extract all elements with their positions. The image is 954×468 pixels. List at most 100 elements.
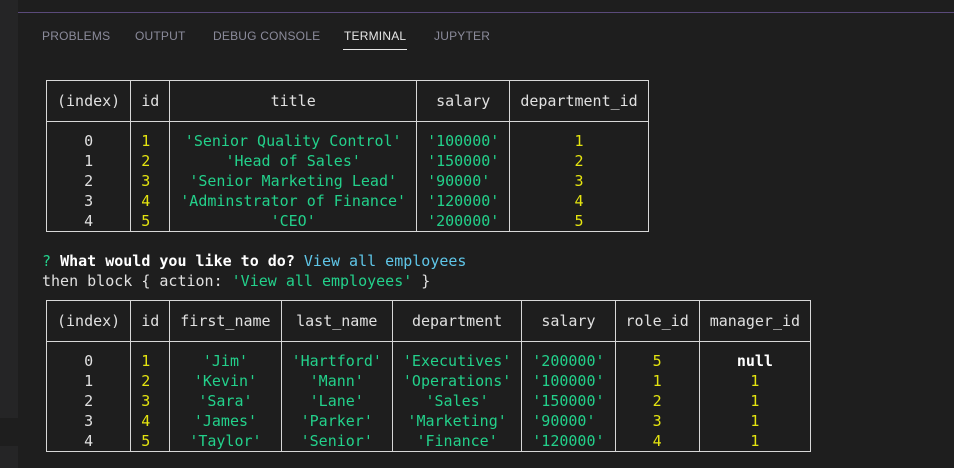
table-row: 2 3 'Sara' 'Lane' 'Sales' '150000' 2 1	[45, 391, 812, 411]
department-id-cell: 5	[509, 211, 649, 232]
index-cell: 2	[45, 391, 132, 411]
id-cell: 3	[130, 391, 171, 411]
role-id-cell: 5	[614, 351, 700, 371]
department-cell: 'Sales'	[391, 391, 523, 411]
table-row: 2 3 'Senior Marketing Lead' '90000' 3	[45, 171, 649, 191]
department-cell: 'Marketing'	[391, 411, 523, 431]
id-cell: 1	[130, 131, 171, 151]
manager-id-cell: 1	[698, 391, 812, 411]
log-suffix: }	[412, 272, 431, 290]
prompt-line: ? What would you like to do? View all em…	[42, 251, 466, 271]
department-cell: 'Operations'	[391, 371, 523, 391]
title-cell: 'Head of Sales'	[169, 151, 418, 171]
prompt-answer: View all employees	[303, 252, 467, 270]
first-name-cell: 'Sara'	[169, 391, 282, 411]
column-header: role_id	[614, 300, 700, 342]
column-header: (index)	[45, 300, 132, 342]
column-header: first_name	[169, 300, 282, 342]
department-cell: 'Finance'	[391, 431, 523, 452]
column-header: last_name	[280, 300, 393, 342]
log-value: 'View all employees'	[231, 272, 413, 290]
table-header-row: (index) id first_name last_name departme…	[45, 300, 812, 342]
salary-cell: '100000'	[521, 371, 616, 391]
id-cell: 5	[130, 211, 171, 232]
salary-cell: '100000'	[416, 131, 511, 151]
terminal-output[interactable]: (index) id title salary department_id 0 …	[0, 0, 954, 468]
table-row: 4 5 'CEO' '200000' 5	[45, 211, 649, 232]
table-row: 4 5 'Taylor' 'Senior' 'Finance' '120000'…	[45, 431, 812, 452]
log-prefix: then block { action:	[42, 272, 232, 290]
log-line: then block { action: 'View all employees…	[42, 271, 430, 291]
employees-table: (index) id first_name last_name departme…	[45, 300, 812, 452]
table-row: 0 1 'Jim' 'Hartford' 'Executives' '20000…	[45, 351, 812, 371]
department-id-cell: 3	[509, 171, 649, 191]
index-cell: 1	[45, 371, 132, 391]
index-cell: 0	[45, 351, 132, 371]
index-cell: 3	[45, 411, 132, 431]
manager-id-cell: null	[698, 351, 812, 371]
index-cell: 0	[45, 131, 132, 151]
id-cell: 2	[130, 151, 171, 171]
column-header: salary	[416, 80, 511, 122]
table-row: 3 4 'Adminstrator of Finance' '120000' 4	[45, 191, 649, 211]
last-name-cell: 'Senior'	[280, 431, 393, 452]
salary-cell: '200000'	[521, 351, 616, 371]
column-header: (index)	[45, 80, 132, 122]
role-id-cell: 4	[614, 431, 700, 452]
table-row: 0 1 'Senior Quality Control' '100000' 1	[45, 131, 649, 151]
last-name-cell: 'Lane'	[280, 391, 393, 411]
roles-table: (index) id title salary department_id 0 …	[45, 80, 649, 232]
table-row: 1 2 'Head of Sales' '150000' 2	[45, 151, 649, 171]
first-name-cell: 'Jim'	[169, 351, 282, 371]
role-id-cell: 3	[614, 411, 700, 431]
index-cell: 4	[45, 431, 132, 452]
table-header-row: (index) id title salary department_id	[45, 80, 649, 122]
column-header: department_id	[509, 80, 649, 122]
index-cell: 2	[45, 171, 132, 191]
last-name-cell: 'Hartford'	[280, 351, 393, 371]
role-id-cell: 1	[614, 371, 700, 391]
id-cell: 5	[130, 431, 171, 452]
department-cell: 'Executives'	[391, 351, 523, 371]
index-cell: 3	[45, 191, 132, 211]
index-cell: 4	[45, 211, 132, 232]
salary-cell: '120000'	[416, 191, 511, 211]
manager-id-cell: 1	[698, 431, 812, 452]
prompt-marker: ?	[42, 252, 52, 270]
last-name-cell: 'Parker'	[280, 411, 393, 431]
id-cell: 4	[130, 411, 171, 431]
department-id-cell: 2	[509, 151, 649, 171]
salary-cell: '90000'	[416, 171, 511, 191]
title-cell: 'Adminstrator of Finance'	[169, 191, 418, 211]
first-name-cell: 'Taylor'	[169, 431, 282, 452]
salary-cell: '150000'	[416, 151, 511, 171]
salary-cell: '200000'	[416, 211, 511, 232]
id-cell: 2	[130, 371, 171, 391]
column-header: id	[130, 300, 171, 342]
title-cell: 'Senior Marketing Lead'	[169, 171, 418, 191]
column-header: salary	[521, 300, 616, 342]
title-cell: 'Senior Quality Control'	[169, 131, 418, 151]
salary-cell: '120000'	[521, 431, 616, 452]
column-header: title	[169, 80, 418, 122]
manager-id-cell: 1	[698, 371, 812, 391]
table-row: 1 2 'Kevin' 'Mann' 'Operations' '100000'…	[45, 371, 812, 391]
role-id-cell: 2	[614, 391, 700, 411]
department-id-cell: 1	[509, 131, 649, 151]
column-header: manager_id	[698, 300, 812, 342]
id-cell: 4	[130, 191, 171, 211]
last-name-cell: 'Mann'	[280, 371, 393, 391]
first-name-cell: 'James'	[169, 411, 282, 431]
table-row: 3 4 'James' 'Parker' 'Marketing' '90000'…	[45, 411, 812, 431]
title-cell: 'CEO'	[169, 211, 418, 232]
department-id-cell: 4	[509, 191, 649, 211]
prompt-question: What would you like to do?	[60, 252, 295, 270]
id-cell: 1	[130, 351, 171, 371]
manager-id-cell: 1	[698, 411, 812, 431]
salary-cell: '150000'	[521, 391, 616, 411]
salary-cell: '90000'	[521, 411, 616, 431]
id-cell: 3	[130, 171, 171, 191]
column-header: department	[391, 300, 523, 342]
first-name-cell: 'Kevin'	[169, 371, 282, 391]
column-header: id	[130, 80, 171, 122]
